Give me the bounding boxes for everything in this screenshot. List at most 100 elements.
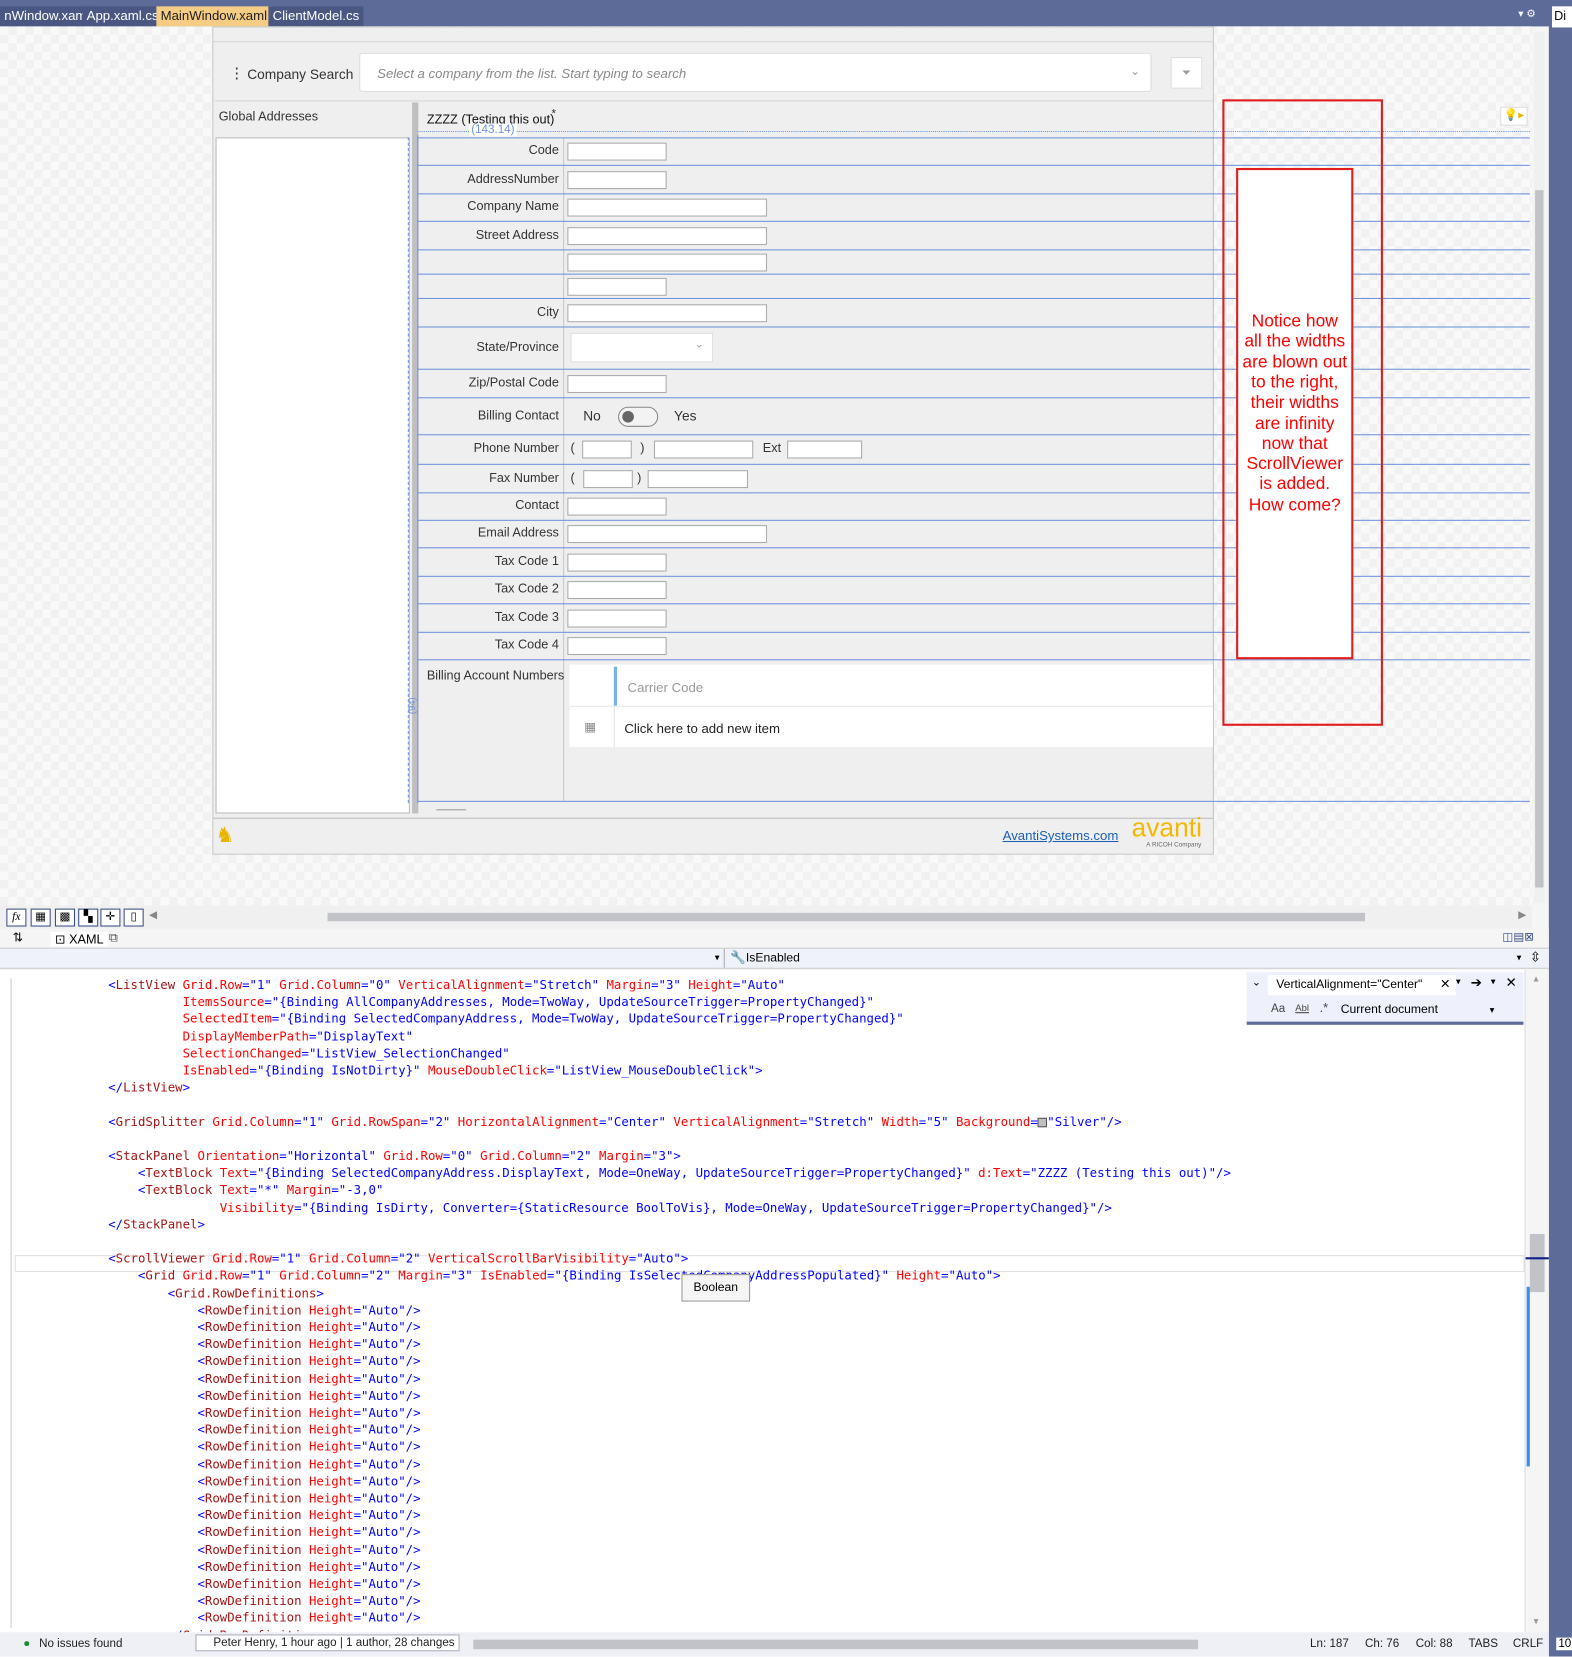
search-history-dropdown[interactable]: ▾ [1456,976,1461,988]
code-line[interactable]: <RowDefinition Height="Auto"/> [19,1609,420,1626]
code-line[interactable]: </ListView> [19,1079,190,1096]
text-input[interactable] [567,497,667,516]
regex-icon[interactable]: .* [1320,1001,1328,1016]
designer-horizontal-scrollbar[interactable] [327,912,1365,922]
code-line[interactable]: <RowDefinition Height="Auto"/> [19,1387,420,1404]
number-input[interactable] [647,469,749,488]
carrier-code-column-header[interactable]: Carrier Code [628,680,704,695]
snap-gridlines-icon[interactable]: ▩ [54,908,76,927]
code-line[interactable]: <RowDefinition Height="Auto"/> [19,1507,420,1524]
code-line[interactable]: <GridSplitter Grid.Column="1" Grid.RowSp… [19,1113,1122,1130]
split-view-icon[interactable]: ⇳ [1530,949,1542,966]
clear-search-icon[interactable]: ✕ [1440,976,1451,991]
code-line[interactable]: <RowDefinition Height="Auto"/> [19,1353,420,1370]
snap-to-snaplines-icon[interactable]: ✛ [100,908,121,927]
text-input[interactable] [567,637,667,656]
text-input[interactable] [567,142,667,161]
split-layout-icons[interactable]: ◫▤⊠ [1502,930,1534,944]
indentation-mode[interactable]: TABS [1469,1638,1498,1651]
code-line[interactable]: <RowDefinition Height="Auto"/> [19,1421,420,1438]
code-line[interactable]: SelectionChanged="ListView_SelectionChan… [19,1045,510,1062]
billing-contact-toggle[interactable] [618,406,659,427]
find-options-dropdown[interactable]: ▾ [1491,976,1496,988]
tab-window-xaml[interactable]: nWindow.xaml [0,6,94,27]
swap-panes-icon[interactable]: ⇅ [13,930,24,945]
code-line[interactable]: <StackPanel Orientation="Horizontal" Gri… [19,1147,681,1164]
code-line[interactable]: <RowDefinition Height="Auto"/> [19,1455,420,1472]
text-input[interactable] [567,198,768,217]
code-line[interactable]: <RowDefinition Height="Auto"/> [19,1370,420,1387]
text-input[interactable] [567,581,667,600]
line-ending[interactable]: CRLF [1513,1638,1543,1651]
dock-tab[interactable]: Di [1551,6,1572,28]
text-input[interactable] [567,170,667,189]
tab-clientmodel-cs[interactable]: ClientModel.cs [268,6,364,27]
zoom-level[interactable]: 10 [1556,1637,1572,1651]
issues-indicator[interactable]: No issues found [39,1638,122,1651]
grid-icon[interactable]: ▦ [30,908,51,927]
git-blame-info[interactable]: Peter Henry, 1 hour ago | 1 author, 28 c… [195,1634,460,1652]
whole-word-icon[interactable]: Abl [1295,1003,1309,1014]
code-line[interactable]: <Grid Grid.Row="1" Grid.Column="2" Margi… [19,1267,1001,1284]
area-code-input[interactable] [582,440,632,459]
xaml-code-editor[interactable]: <ListView Grid.Row="1" Grid.Column="0" V… [0,969,1526,1642]
global-addresses-listview[interactable] [215,137,410,814]
avanti-website-link[interactable]: AvantiSystems.com [1003,828,1119,843]
find-next-icon[interactable]: ➔ [1471,974,1483,991]
formula-icon[interactable]: fx [6,908,27,927]
xaml-pane-tab[interactable]: ⊡ XAML [50,931,108,947]
tab-mainwindow-xaml[interactable]: MainWindow.xaml [156,6,272,27]
scope-dropdown-icon[interactable]: ▾ [1490,1005,1495,1017]
code-line[interactable]: ItemsSource="{Binding AllCompanyAddresse… [19,993,874,1010]
state-combobox[interactable]: ⌄ [570,332,714,363]
property-selector-dropdown[interactable]: 🔧 IsEnabled ▾ [727,949,1526,968]
code-line[interactable]: <RowDefinition Height="Auto"/> [19,1438,420,1455]
text-input[interactable] [567,525,768,544]
code-line[interactable]: <RowDefinition Height="Auto"/> [19,1404,420,1421]
code-line[interactable]: </StackPanel> [19,1216,205,1233]
text-input[interactable] [567,253,768,271]
expand-replace-icon[interactable]: ⌄ [1252,977,1261,989]
company-search-combobox[interactable]: Select a company from the list. Start ty… [359,52,1152,92]
find-input[interactable]: VerticalAlignment="Center" ✕ [1267,975,1456,996]
area-code-input[interactable] [583,469,633,488]
close-find-icon[interactable]: ✕ [1506,974,1518,991]
device-preview-icon[interactable]: ▯ [123,908,144,927]
code-line[interactable]: <TextBlock Text="{Binding SelectedCompan… [19,1164,1231,1181]
artboard-background-icon[interactable]: ▚ [78,908,99,927]
lightbulb-icon[interactable]: 💡▸ [1500,106,1528,126]
text-input[interactable] [567,553,667,572]
code-line[interactable]: <Grid.RowDefinitions> [19,1284,324,1301]
code-line[interactable]: <RowDefinition Height="Auto"/> [19,1541,420,1558]
designer-vertical-scrollbar[interactable] [1534,31,1545,904]
more-options-icon[interactable]: ⋮ [229,64,244,82]
search-scope[interactable]: Current document [1341,1004,1438,1017]
code-line[interactable]: SelectedItem="{Binding SelectedCompanyAd… [19,1010,904,1027]
code-line[interactable]: <RowDefinition Height="Auto"/> [19,1336,420,1353]
code-line[interactable]: IsEnabled="{Binding IsNotDirty}" MouseDo… [19,1062,763,1079]
extension-input[interactable] [787,440,863,459]
code-vertical-scrollbar[interactable]: ▲ ▼ [1525,969,1549,1633]
code-line[interactable]: <RowDefinition Height="Auto"/> [19,1575,420,1592]
scroll-right-arrow[interactable]: ▶ [1518,910,1526,922]
code-line[interactable]: <RowDefinition Height="Auto"/> [19,1592,420,1609]
code-line[interactable]: <RowDefinition Height="Auto"/> [19,1558,420,1575]
element-selector-dropdown[interactable]: ▾ [0,948,725,968]
number-input[interactable] [653,440,754,459]
code-horizontal-scrollbar[interactable] [473,1639,1199,1650]
code-line[interactable]: <RowDefinition Height="Auto"/> [19,1319,420,1336]
code-line[interactable]: <ScrollViewer Grid.Row="1" Grid.Column="… [19,1250,688,1267]
text-input[interactable] [567,226,768,245]
text-input[interactable] [567,609,667,628]
scroll-left-arrow[interactable]: ◀ [149,910,157,922]
popout-icon[interactable]: ⧉ [109,930,118,946]
tab-app-xaml-cs[interactable]: App.xaml.cs [82,6,163,27]
text-input[interactable] [567,374,667,393]
code-line[interactable]: <RowDefinition Height="Auto"/> [19,1524,420,1541]
filter-button[interactable]: ⏷ [1170,57,1203,89]
add-new-item-row[interactable]: Click here to add new item [624,722,780,737]
tab-overflow-icon[interactable]: ▾ ⚙ [1518,8,1536,20]
code-line[interactable]: <RowDefinition Height="Auto"/> [19,1473,420,1490]
code-line[interactable]: DisplayMemberPath="DisplayText" [19,1028,413,1045]
code-line[interactable]: Visibility="{Binding IsDirty, Converter=… [19,1199,1112,1216]
